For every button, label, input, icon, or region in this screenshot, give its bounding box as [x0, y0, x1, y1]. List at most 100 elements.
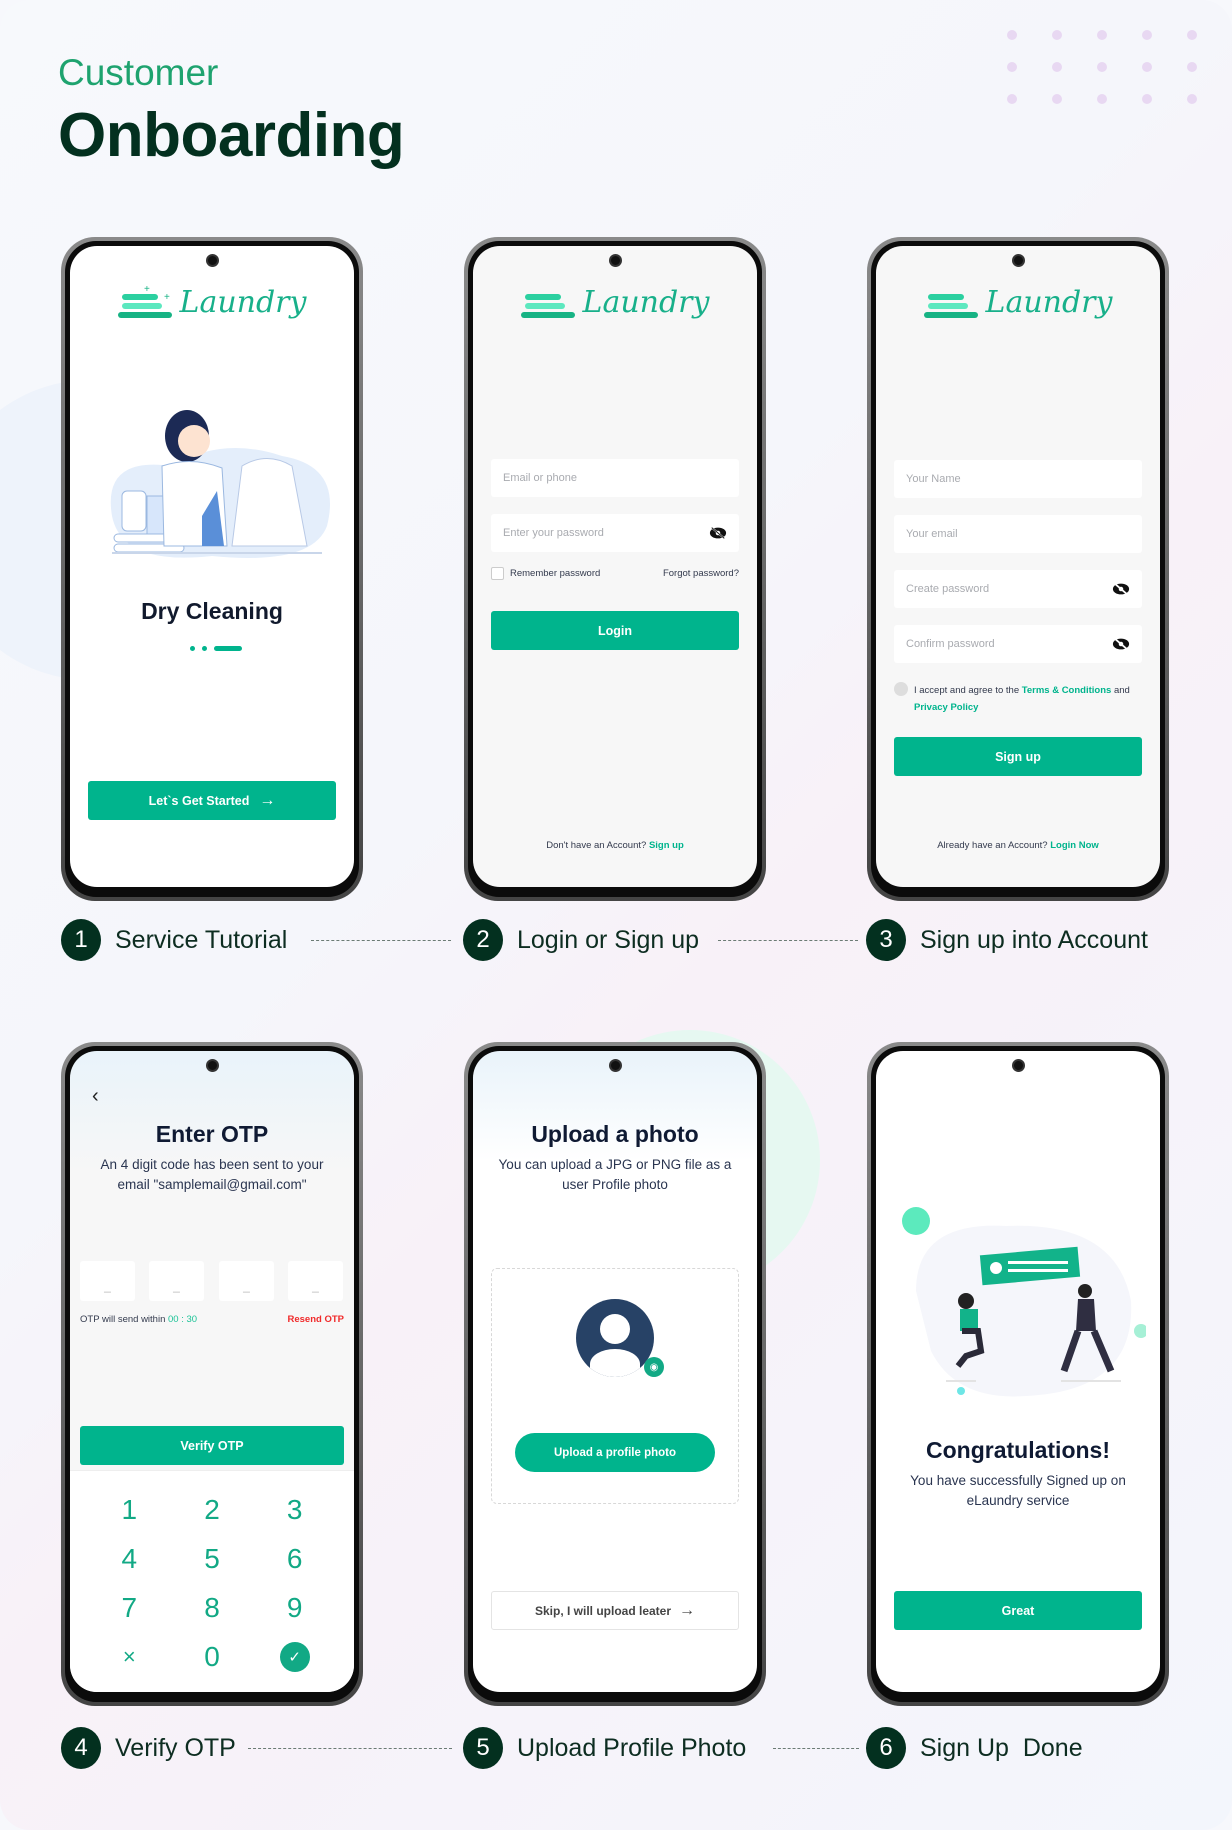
otp-digit-input[interactable]: _: [80, 1261, 135, 1301]
step-5: 5 Upload Profile Photo: [463, 1727, 746, 1769]
login-button[interactable]: Login: [491, 611, 739, 650]
email-placeholder: Your email: [906, 528, 958, 540]
carousel-dot-active[interactable]: [214, 646, 242, 651]
confirm-key[interactable]: ✓: [253, 1633, 336, 1682]
avatar-placeholder-icon: [576, 1299, 654, 1377]
otp-heading: Enter OTP: [155, 1121, 269, 1147]
eye-off-icon[interactable]: [709, 526, 727, 540]
otp-timer-value: 00 : 30: [168, 1314, 198, 1325]
screen-service-tutorial: + + Laundry Dry Cleaning Let`s Get Starte…: [70, 246, 354, 887]
laundry-logo: Laundry: [876, 284, 1160, 320]
camera-notch: [1012, 254, 1025, 267]
celebration-illustration: [902, 1207, 1146, 1397]
logo-text: Laundry: [582, 284, 710, 320]
otp-digit-input[interactable]: _: [219, 1261, 274, 1301]
remember-password[interactable]: Remember password: [491, 567, 600, 580]
skip-label: Skip, I will upload leater: [534, 1603, 672, 1618]
step-number: 2: [463, 919, 503, 961]
congratulations-message: You have successfully Signed up on eLaun…: [910, 1473, 1126, 1508]
upload-profile-photo-button[interactable]: Upload a profile photo: [515, 1433, 715, 1472]
woman-ironing-shirt-illustration: [110, 410, 330, 558]
camera-notch: [206, 1059, 219, 1072]
decorative-dot-grid: [1007, 30, 1232, 104]
carousel-dot[interactable]: [202, 646, 207, 651]
step-number: 5: [463, 1727, 503, 1769]
logo-text: Laundry: [985, 284, 1113, 320]
login-now-link[interactable]: Login Now: [1050, 840, 1099, 851]
phone-verify-otp: ‹ Enter OTP An 4 digit code has been sen…: [61, 1042, 363, 1706]
screen-upload-photo: Upload a photo You can upload a JPG or P…: [473, 1051, 757, 1692]
back-chevron-icon[interactable]: ‹: [92, 1085, 99, 1108]
verify-otp-button[interactable]: Verify OTP: [80, 1426, 344, 1465]
upload-dropzone[interactable]: ◉ Upload a profile photo: [491, 1268, 739, 1504]
get-started-button[interactable]: Let`s Get Started →: [88, 781, 336, 820]
otp-digit-input[interactable]: _: [149, 1261, 204, 1301]
terms-link[interactable]: Terms & Conditions: [1022, 685, 1112, 696]
congratulations-heading: Congratulations!: [926, 1437, 1110, 1463]
key-4[interactable]: 4: [88, 1534, 171, 1583]
name-input[interactable]: Your Name: [894, 460, 1142, 498]
terms-and: and: [1113, 685, 1130, 696]
step-label: Upload Profile Photo: [517, 1733, 747, 1762]
password-input[interactable]: Enter your password: [491, 514, 739, 552]
phone-upload-photo: Upload a photo You can upload a JPG or P…: [464, 1042, 766, 1706]
name-placeholder: Your Name: [906, 473, 961, 485]
key-1[interactable]: 1: [88, 1485, 171, 1534]
signup-button[interactable]: Sign up: [894, 737, 1142, 776]
key-2[interactable]: 2: [171, 1485, 254, 1534]
step-label: Login or Sign up: [517, 925, 700, 954]
terms-radio[interactable]: [894, 682, 908, 696]
resend-otp-link[interactable]: Resend OTP: [288, 1314, 345, 1325]
confirm-password-input[interactable]: Confirm password: [894, 625, 1142, 663]
key-6[interactable]: 6: [253, 1534, 336, 1583]
key-5[interactable]: 5: [171, 1534, 254, 1583]
otp-description: An 4 digit code has been sent to your em…: [100, 1157, 324, 1192]
otp-timer: OTP will send within 00 : 30: [80, 1314, 197, 1325]
signup-prompt-text: Don't have an Account?: [546, 840, 647, 851]
forgot-password-link[interactable]: Forgot password?: [663, 568, 739, 579]
create-password-input[interactable]: Create password: [894, 570, 1142, 608]
page-subtitle: Customer: [58, 52, 219, 93]
login-prompt: Already have an Account? Login Now: [876, 840, 1160, 851]
email-placeholder: Email or phone: [503, 472, 577, 484]
laundry-logo: Laundry: [473, 284, 757, 320]
screen-verify-otp: ‹ Enter OTP An 4 digit code has been sen…: [70, 1051, 354, 1692]
screen-login: Laundry Email or phone Enter your passwo…: [473, 246, 757, 887]
step-connector: [248, 1748, 452, 1749]
signup-prompt: Don't have an Account? Sign up: [473, 840, 757, 851]
camera-notch: [609, 254, 622, 267]
login-prompt-text: Already have an Account?: [937, 840, 1048, 851]
arrow-right-icon: →: [679, 1601, 696, 1619]
laundry-logo-icon: [520, 294, 575, 318]
step-2: 2 Login or Sign up: [463, 919, 699, 961]
email-input[interactable]: Your email: [894, 515, 1142, 553]
delete-key-icon[interactable]: ×: [88, 1633, 171, 1682]
key-3[interactable]: 3: [253, 1485, 336, 1534]
carousel-indicator[interactable]: [190, 646, 242, 651]
great-button[interactable]: Great: [894, 1591, 1142, 1630]
remember-checkbox[interactable]: [491, 567, 504, 580]
camera-icon[interactable]: ◉: [644, 1357, 664, 1377]
skip-upload-button[interactable]: Skip, I will upload leater →: [491, 1591, 739, 1630]
signup-link[interactable]: Sign up: [649, 840, 684, 851]
numeric-keypad: 1 2 3 4 5 6 7 8 9 × 0 ✓: [70, 1470, 354, 1692]
step-number: 1: [61, 919, 101, 961]
eye-off-icon[interactable]: [1112, 582, 1130, 596]
step-number: 6: [866, 1727, 906, 1769]
email-or-phone-input[interactable]: Email or phone: [491, 459, 739, 497]
key-9[interactable]: 9: [253, 1584, 336, 1633]
step-1: 1 Service Tutorial: [61, 919, 287, 961]
carousel-dot[interactable]: [190, 646, 195, 651]
phone-login: Laundry Email or phone Enter your passwo…: [464, 237, 766, 901]
svg-text:+: +: [144, 284, 150, 295]
key-7[interactable]: 7: [88, 1584, 171, 1633]
eye-off-icon[interactable]: [1112, 637, 1130, 651]
key-8[interactable]: 8: [171, 1584, 254, 1633]
phone-service-tutorial: + + Laundry Dry Cleaning Let`s Get Starte…: [61, 237, 363, 901]
svg-text:+: +: [164, 292, 170, 303]
privacy-policy-link[interactable]: Privacy Policy: [914, 702, 978, 713]
otp-digit-input[interactable]: _: [288, 1261, 343, 1301]
tutorial-heading: Dry Cleaning: [141, 598, 283, 624]
key-0[interactable]: 0: [171, 1633, 254, 1682]
terms-prefix: I accept and agree to the: [914, 685, 1020, 696]
